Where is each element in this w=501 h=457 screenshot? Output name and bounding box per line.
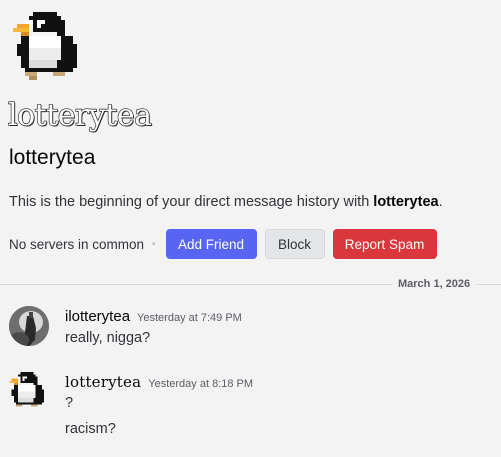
intro-name: lotterytea — [373, 194, 439, 210]
message-author[interactable]: ilotterytea — [65, 308, 130, 325]
message-header: lotterytea Yesterday at 8:18 PM — [65, 373, 253, 391]
message-text: racism? — [65, 421, 116, 437]
message-text: really, nigga? — [65, 330, 151, 346]
penguin-pixel-icon — [9, 372, 45, 407]
penguin-pixel-icon — [13, 12, 77, 80]
profile-username[interactable]: lotterytea — [9, 146, 95, 170]
block-button[interactable]: Block — [264, 229, 325, 259]
profile-avatar[interactable] — [12, 8, 86, 84]
profile-actions: No servers in common • Add Friend Block … — [9, 229, 445, 259]
message-timestamp[interactable]: Yesterday at 8:18 PM — [148, 378, 253, 390]
message-text: ? — [65, 395, 74, 411]
message-author[interactable]: lotterytea — [65, 373, 141, 391]
separator-dot: • — [152, 238, 156, 250]
avatar[interactable] — [9, 306, 49, 346]
message-header: ilotterytea Yesterday at 7:49 PM — [65, 308, 242, 325]
user-photo-icon — [9, 306, 49, 346]
intro-text: This is the beginning of your direct mes… — [9, 194, 443, 210]
intro-prefix: This is the beginning of your direct mes… — [9, 194, 374, 210]
intro-suffix: . — [438, 194, 443, 210]
avatar[interactable] — [9, 370, 49, 410]
add-friend-button[interactable]: Add Friend — [165, 229, 257, 259]
date-divider-label: March 1, 2026 — [392, 278, 477, 290]
report-spam-button[interactable]: Report Spam — [332, 229, 437, 259]
profile-display-name: lotterytea — [7, 97, 152, 133]
no-servers-in-common[interactable]: No servers in common — [9, 237, 144, 252]
message-timestamp[interactable]: Yesterday at 7:49 PM — [137, 312, 242, 324]
